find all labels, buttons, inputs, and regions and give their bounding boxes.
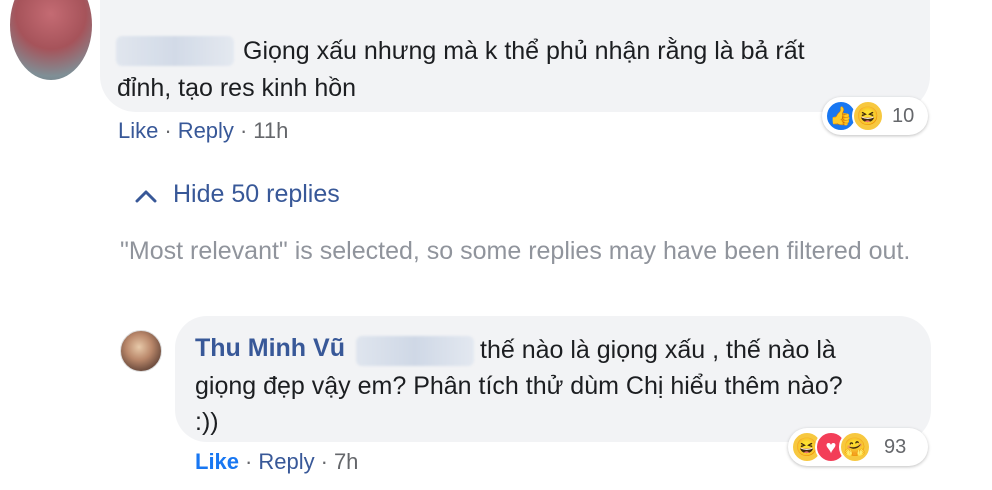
tagged-name-blurred[interactable]	[356, 336, 474, 366]
comment-text-line: Giọng xấu nhưng mà k thể phủ nhận rằng l…	[243, 37, 805, 65]
like-link[interactable]: Like	[195, 449, 239, 474]
hide-replies-button[interactable]: Hide 50 replies	[135, 180, 340, 209]
reply-author-name[interactable]: Thu Minh Vũ	[195, 334, 345, 363]
reply-text-line: giọng đẹp vậy em? Phân tích thử dùm Chị …	[195, 372, 843, 400]
separator: ·	[320, 449, 328, 474]
hide-replies-label: Hide 50 replies	[173, 180, 340, 208]
reply-link[interactable]: Reply	[178, 118, 234, 143]
comment-timestamp[interactable]: 11h	[253, 118, 288, 143]
care-icon: 🤗	[839, 431, 871, 463]
comment-reactions[interactable]: 👍 😆 10	[822, 97, 928, 135]
separator: ·	[245, 449, 253, 474]
reaction-count: 93	[884, 436, 907, 458]
reply-reactions[interactable]: 😆 ♥ 🤗 93	[788, 428, 928, 466]
comment-actions: Like · Reply · 11h	[118, 118, 288, 144]
chevron-up-icon	[135, 190, 157, 202]
comment-text: Giọng xấu nhưng mà k thể phủ nhận rằng l…	[117, 33, 903, 107]
reply-timestamp[interactable]: 7h	[334, 449, 358, 474]
separator: ·	[164, 118, 172, 143]
haha-icon: 😆	[852, 100, 884, 132]
like-link[interactable]: Like	[118, 118, 158, 143]
commenter-name-blurred[interactable]	[116, 36, 234, 66]
reply-actions: Like · Reply · 7h	[195, 449, 358, 475]
reply-text-line: thế nào là giọng xấu , thế nào là	[480, 336, 836, 364]
separator: ·	[239, 118, 248, 143]
reply-author-avatar[interactable]	[120, 330, 162, 372]
filter-note: "Most relevant" is selected, so some rep…	[120, 237, 911, 265]
commenter-avatar[interactable]	[10, 0, 92, 80]
comment-text-line: đỉnh, tạo res kinh hồn	[117, 74, 357, 102]
reaction-count: 10	[892, 105, 915, 127]
reply-link[interactable]: Reply	[258, 449, 314, 474]
